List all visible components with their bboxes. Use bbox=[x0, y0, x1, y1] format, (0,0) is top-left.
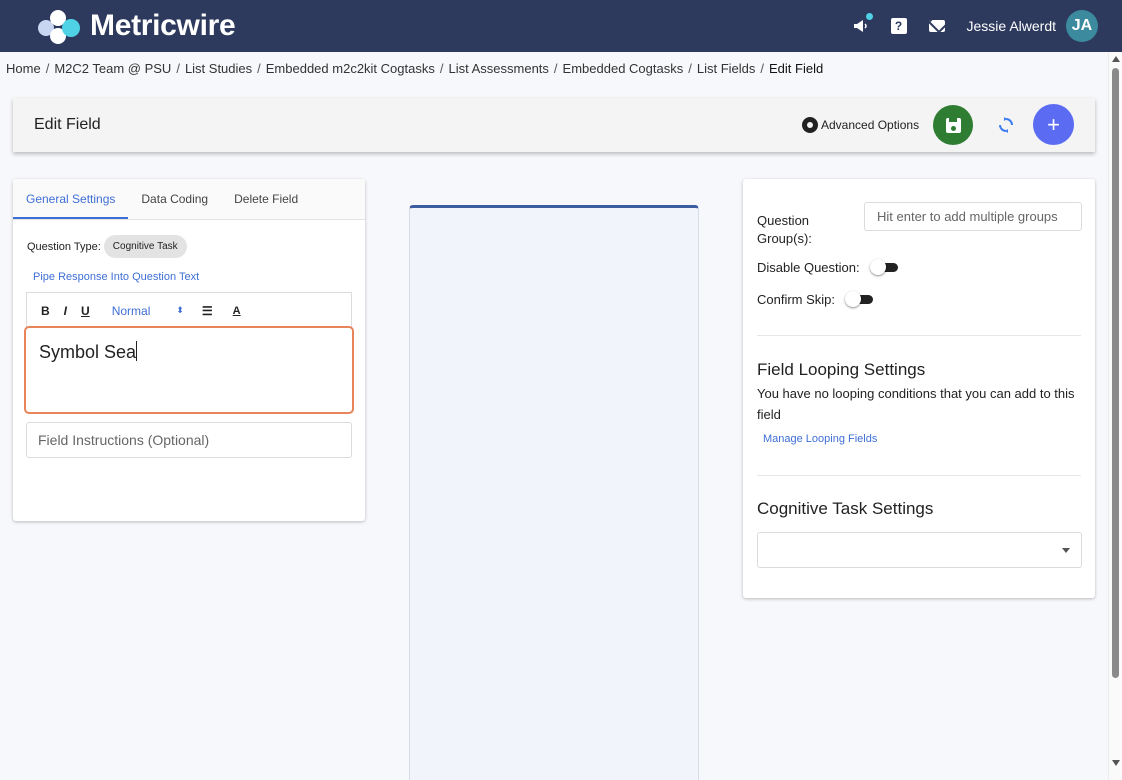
advanced-options-label: Advanced Options bbox=[821, 118, 920, 132]
text-cursor bbox=[136, 341, 138, 361]
gear-icon bbox=[802, 117, 818, 133]
breadcrumb-current: Edit Field bbox=[769, 61, 824, 76]
confirm-skip-row: Confirm Skip: bbox=[757, 291, 874, 307]
mail-icon[interactable] bbox=[927, 16, 947, 36]
breadcrumb-home[interactable]: Home bbox=[6, 61, 41, 76]
manage-looping-link[interactable]: Manage Looping Fields bbox=[763, 433, 877, 445]
nav-actions: ? Jessie Alwerdt JA bbox=[851, 10, 1098, 42]
brand-name: Metricwire bbox=[90, 9, 236, 42]
bold-button[interactable]: B bbox=[41, 304, 50, 318]
page-header: Edit Field Advanced Options + bbox=[13, 98, 1095, 152]
help-icon[interactable]: ? bbox=[889, 16, 909, 36]
cognitive-task-select[interactable] bbox=[757, 532, 1082, 568]
question-type: Question Type: Cognitive Task bbox=[27, 235, 187, 258]
cognitive-task-settings-title: Cognitive Task Settings bbox=[757, 499, 934, 518]
confirm-skip-toggle[interactable] bbox=[845, 291, 874, 307]
divider bbox=[757, 475, 1081, 476]
breadcrumb-list-assessments[interactable]: List Assessments bbox=[448, 61, 548, 76]
italic-button[interactable]: I bbox=[64, 304, 67, 318]
underline-button[interactable]: U bbox=[81, 304, 90, 318]
question-text-editor[interactable]: Symbol Sea bbox=[24, 326, 354, 414]
advanced-options-button[interactable]: Advanced Options bbox=[802, 117, 919, 133]
field-preview-panel bbox=[409, 205, 699, 780]
logo-mark-icon bbox=[36, 8, 88, 44]
notification-dot bbox=[865, 13, 873, 20]
user-name[interactable]: Jessie Alwerdt bbox=[967, 18, 1056, 34]
tab-data-coding[interactable]: Data Coding bbox=[128, 192, 221, 219]
scrollbar-thumb[interactable] bbox=[1112, 68, 1119, 678]
add-button[interactable]: + bbox=[1033, 104, 1074, 145]
breadcrumb-assessment[interactable]: Embedded Cogtasks bbox=[563, 61, 684, 76]
disable-question-toggle[interactable] bbox=[869, 259, 898, 275]
question-type-label: Question Type: bbox=[27, 240, 101, 253]
question-groups-input[interactable]: Hit enter to add multiple groups bbox=[864, 202, 1082, 231]
breadcrumb-list-studies[interactable]: List Studies bbox=[185, 61, 252, 76]
editor-toolbar: B I U Normal ⬍ ☰ A bbox=[26, 292, 352, 328]
breadcrumb-study[interactable]: Embedded m2c2kit Cogtasks bbox=[266, 61, 435, 76]
scroll-down-icon[interactable] bbox=[1112, 760, 1120, 766]
refresh-button[interactable] bbox=[993, 112, 1019, 138]
align-icon[interactable]: ☰ bbox=[202, 304, 213, 318]
chevron-down-icon bbox=[1062, 548, 1070, 553]
field-settings-card: General Settings Data Coding Delete Fiel… bbox=[13, 179, 365, 521]
disable-question-row: Disable Question: bbox=[757, 259, 898, 275]
tab-general-settings[interactable]: General Settings bbox=[13, 192, 129, 219]
question-text: Symbol Sea bbox=[39, 342, 137, 362]
plus-icon: + bbox=[1047, 111, 1060, 137]
font-size-select[interactable]: Normal bbox=[112, 304, 151, 318]
metricwire-logo[interactable]: Metricwire bbox=[36, 8, 236, 44]
confirm-skip-label: Confirm Skip: bbox=[757, 291, 836, 307]
save-button[interactable] bbox=[933, 105, 973, 145]
disable-question-label: Disable Question: bbox=[757, 259, 860, 275]
looping-settings-title: Field Looping Settings bbox=[757, 360, 926, 379]
megaphone-icon[interactable] bbox=[851, 13, 873, 36]
settings-tabs: General Settings Data Coding Delete Fiel… bbox=[13, 179, 365, 220]
pipe-response-link[interactable]: Pipe Response Into Question Text bbox=[33, 271, 199, 283]
tab-delete-field[interactable]: Delete Field bbox=[221, 192, 311, 219]
page-scrollbar[interactable] bbox=[1108, 52, 1122, 780]
divider bbox=[757, 335, 1081, 336]
font-size-chevron-icon[interactable]: ⬍ bbox=[176, 305, 184, 316]
field-instructions-input[interactable]: Field Instructions (Optional) bbox=[26, 422, 352, 458]
scroll-up-icon[interactable] bbox=[1112, 56, 1120, 62]
page-title: Edit Field bbox=[34, 116, 101, 133]
question-groups-label: Question Group(s): bbox=[757, 213, 812, 246]
save-icon bbox=[945, 117, 961, 133]
question-type-chip: Cognitive Task bbox=[103, 235, 187, 258]
breadcrumb: Home / M2C2 Team @ PSU / List Studies / Embedd… bbox=[6, 61, 824, 76]
text-color-icon[interactable]: A bbox=[233, 305, 241, 317]
question-settings-card: Question Group(s): Hit enter to add mult… bbox=[743, 179, 1095, 598]
refresh-icon bbox=[999, 117, 1013, 133]
avatar[interactable]: JA bbox=[1066, 10, 1098, 42]
looping-settings-text: You have no looping conditions that you … bbox=[757, 386, 1075, 422]
top-nav-bar: Metricwire ? Jessie Alwerdt JA bbox=[0, 0, 1122, 52]
breadcrumb-team[interactable]: M2C2 Team @ PSU bbox=[54, 61, 171, 76]
breadcrumb-list-fields[interactable]: List Fields bbox=[697, 61, 756, 76]
